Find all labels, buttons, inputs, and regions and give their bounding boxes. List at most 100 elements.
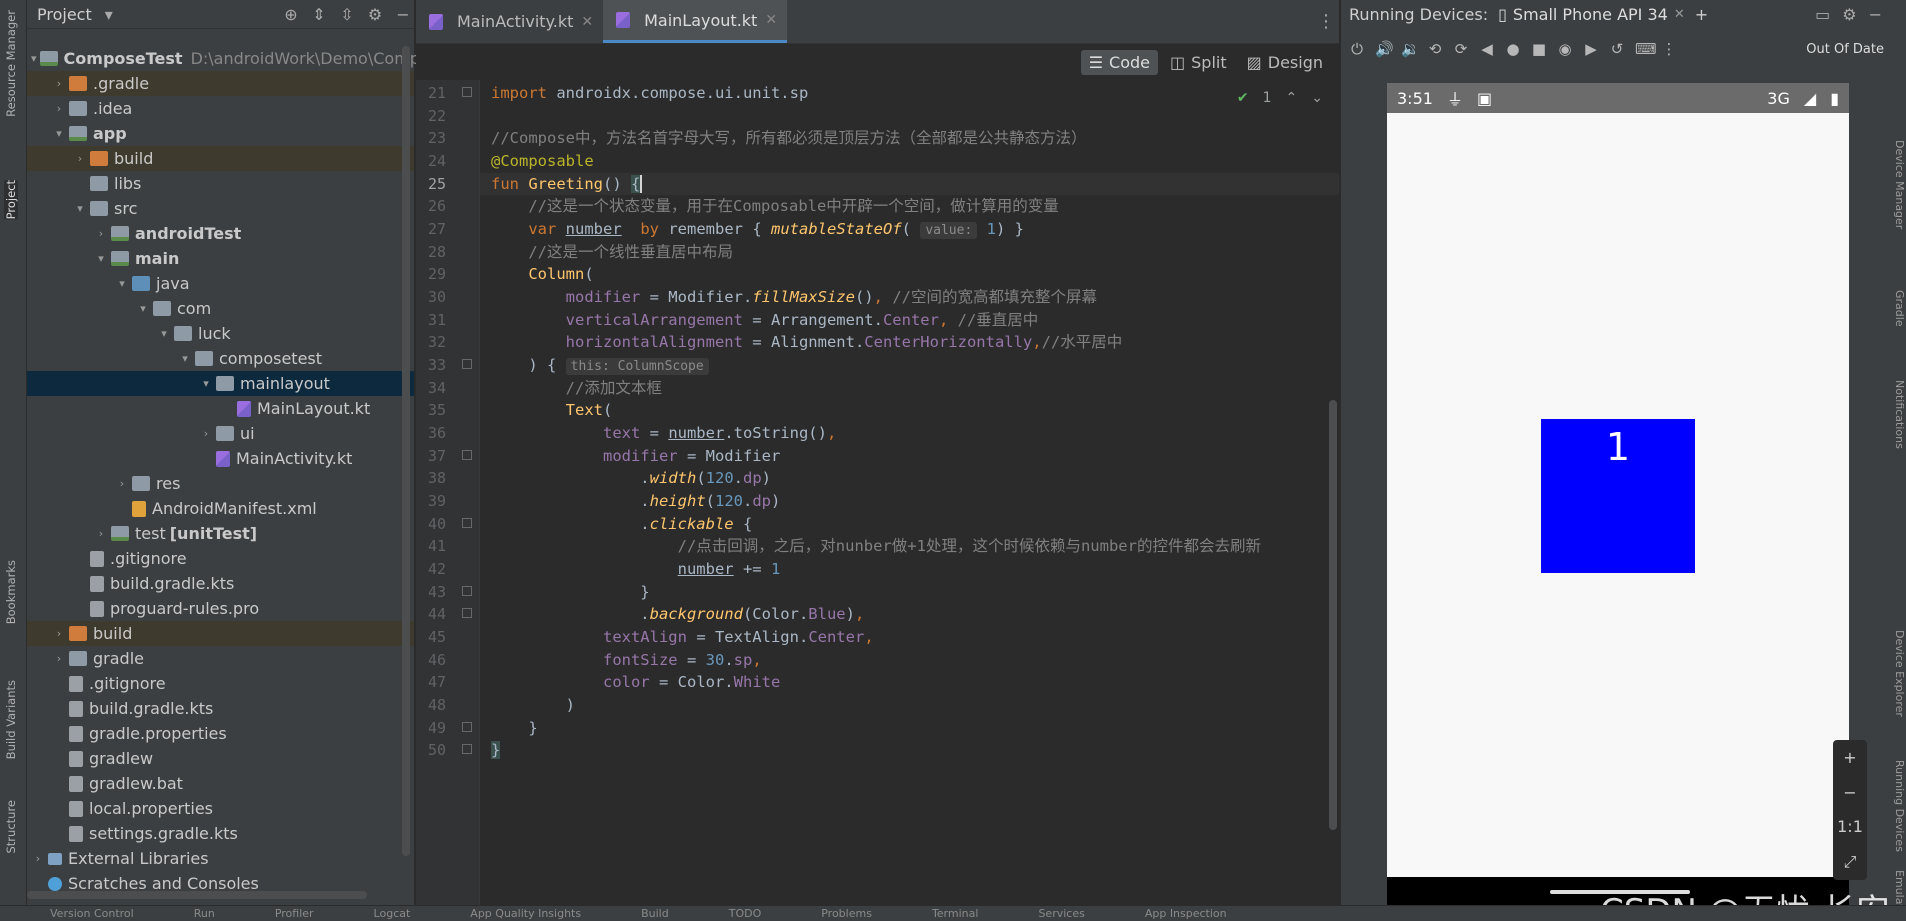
actual-size-button[interactable]: 1:1 xyxy=(1837,817,1863,836)
more-icon[interactable]: ⋮ xyxy=(1313,0,1339,43)
bottom-tool-profiler[interactable]: Profiler xyxy=(275,907,314,920)
bottom-tool-app-quality-insights[interactable]: App Quality Insights xyxy=(470,907,581,920)
fold-icon[interactable] xyxy=(462,585,472,596)
chevron-right-icon[interactable]: › xyxy=(52,77,66,90)
window-icon[interactable]: ▭ xyxy=(1815,5,1830,24)
chevron-down-icon[interactable]: ▾ xyxy=(178,352,192,365)
tree-item[interactable]: proguard-rules.pro xyxy=(27,596,414,621)
chevron-right-icon[interactable]: › xyxy=(31,852,45,865)
code-area[interactable]: import androidx.compose.ui.unit.sp //Comp… xyxy=(480,80,1339,905)
reset-icon[interactable]: ↺ xyxy=(1609,40,1625,58)
tree-item[interactable]: › build xyxy=(27,621,414,646)
tree-item[interactable]: › test [unitTest] xyxy=(27,521,414,546)
bottom-tool-logcat[interactable]: Logcat xyxy=(374,907,411,920)
tool-resource-manager[interactable]: Resource Manager xyxy=(4,10,18,117)
bottom-tool-app-inspection[interactable]: App Inspection xyxy=(1145,907,1227,920)
bottom-tool-services[interactable]: Services xyxy=(1038,907,1084,920)
fold-icon[interactable] xyxy=(462,721,472,732)
chevron-down-icon[interactable]: ▾ xyxy=(157,327,171,340)
bottom-tool-terminal[interactable]: Terminal xyxy=(932,907,979,920)
tree-item[interactable]: › .idea xyxy=(27,96,414,121)
tool-running-devices[interactable]: Running Devices xyxy=(1893,760,1906,852)
chevron-right-icon[interactable]: › xyxy=(94,227,108,240)
collapse-all-icon[interactable]: ⇳ xyxy=(336,3,358,25)
tree-item[interactable]: ▾ main xyxy=(27,246,414,271)
bottom-tool-run[interactable]: Run xyxy=(194,907,215,920)
tree-item[interactable]: settings.gradle.kts xyxy=(27,821,414,846)
tree-item[interactable]: .gitignore xyxy=(27,671,414,696)
rotate-left-icon[interactable]: ⟲ xyxy=(1427,40,1443,58)
tree-item[interactable]: ▾ app xyxy=(27,121,414,146)
volume-down-icon[interactable]: 🔉 xyxy=(1401,40,1420,58)
chevron-down-icon[interactable]: ▾ xyxy=(73,202,87,215)
fold-icon[interactable] xyxy=(462,87,472,97)
bottom-tool-version-control[interactable]: Version Control xyxy=(50,907,134,920)
tool-notifications[interactable]: Notifications xyxy=(1893,380,1906,449)
bottom-tool-problems[interactable]: Problems xyxy=(821,907,872,920)
locate-icon[interactable]: ⊕ xyxy=(280,3,302,25)
power-icon[interactable]: ⏻ xyxy=(1349,40,1365,58)
expand-all-icon[interactable]: ⇕ xyxy=(308,3,330,25)
tool-bookmarks[interactable]: Bookmarks xyxy=(4,560,18,624)
fold-icon[interactable] xyxy=(462,449,472,460)
inspection-widget[interactable]: ✔ 1 ⌃ ⌄ xyxy=(1237,90,1323,106)
chevron-right-icon[interactable]: › xyxy=(52,627,66,640)
chevron-up-icon[interactable]: ⌃ xyxy=(1286,90,1298,106)
rotate-right-icon[interactable]: ⟳ xyxy=(1453,40,1469,58)
tree-item[interactable]: build.gradle.kts xyxy=(27,696,414,721)
mode-code[interactable]: ☰ Code xyxy=(1080,49,1159,75)
chevron-right-icon[interactable]: › xyxy=(73,152,87,165)
back-icon[interactable]: ◀ xyxy=(1479,40,1495,58)
fit-screen-button[interactable]: ⤢ xyxy=(1844,852,1857,872)
tree-item[interactable]: MainActivity.kt xyxy=(27,446,414,471)
tree-item[interactable]: › res xyxy=(27,471,414,496)
tool-build-variants[interactable]: Build Variants xyxy=(4,680,18,759)
chevron-right-icon[interactable]: › xyxy=(52,102,66,115)
minimize-icon[interactable]: − xyxy=(392,3,414,25)
bottom-tool-build[interactable]: Build xyxy=(641,907,669,920)
tree-item[interactable]: gradlew.bat xyxy=(27,771,414,796)
editor-scrollbar[interactable] xyxy=(1329,400,1337,830)
volume-up-icon[interactable]: 🔊 xyxy=(1375,40,1394,58)
tree-item[interactable]: AndroidManifest.xml xyxy=(27,496,414,521)
device-tab[interactable]: ▯ Small Phone API 34 ✕ xyxy=(1498,5,1685,24)
tree-item[interactable]: › .gradle xyxy=(27,71,414,96)
close-icon[interactable]: ✕ xyxy=(765,12,777,28)
record-icon[interactable]: ▶ xyxy=(1583,40,1599,58)
tree-item[interactable]: local.properties xyxy=(27,796,414,821)
fold-icon[interactable] xyxy=(462,517,472,528)
close-icon[interactable]: ✕ xyxy=(1674,7,1685,22)
chevron-down-icon[interactable]: ▾ xyxy=(31,52,37,65)
tree-item[interactable]: ▾ src xyxy=(27,196,414,221)
out-of-date-label[interactable]: Out Of Date xyxy=(1806,42,1892,57)
chevron-down-icon[interactable]: ▾ xyxy=(199,377,213,390)
chevron-down-icon[interactable]: ▾ xyxy=(115,277,129,290)
tree-item[interactable]: libs xyxy=(27,171,414,196)
tab-mainactivity-kt[interactable]: MainActivity.kt ✕ xyxy=(416,0,603,43)
tree-item[interactable]: .gitignore xyxy=(27,546,414,571)
fold-icon[interactable] xyxy=(462,608,472,619)
gear-icon[interactable]: ⚙ xyxy=(364,3,386,25)
tool-structure[interactable]: Structure xyxy=(4,800,18,854)
tree-item[interactable]: ▾ luck xyxy=(27,321,414,346)
tree-item[interactable]: › ui xyxy=(27,421,414,446)
mode-split[interactable]: ◫ Split xyxy=(1162,50,1235,75)
overview-icon[interactable]: ■ xyxy=(1531,40,1547,58)
tree-item[interactable]: MainLayout.kt xyxy=(27,396,414,421)
camera-icon[interactable]: ◉ xyxy=(1557,40,1573,58)
tree-item[interactable]: ▾ ComposeTest D:\androidWork\Demo\ComposeT… xyxy=(27,46,465,71)
tool-device-manager[interactable]: Device Manager xyxy=(1893,140,1906,229)
tree-item[interactable]: › External Libraries xyxy=(27,846,414,871)
phone-screen[interactable]: 3:51 ⏚ ▣ 3G ◢ ▮ 1 xyxy=(1387,83,1849,905)
counter-text-box[interactable]: 1 xyxy=(1541,419,1695,573)
chevron-down-icon[interactable]: ▾ xyxy=(52,127,66,140)
tree-item[interactable]: ▾ composetest xyxy=(27,346,414,371)
tree-item[interactable]: › androidTest xyxy=(27,221,414,246)
chevron-down-icon[interactable]: ▾ xyxy=(94,252,108,265)
more-icon[interactable]: ⋮ xyxy=(1661,40,1677,58)
tool-gradle[interactable]: Gradle xyxy=(1893,290,1906,327)
fold-icon[interactable] xyxy=(462,744,472,755)
tree-item[interactable]: ▾ mainlayout xyxy=(27,371,414,396)
minimize-icon[interactable]: − xyxy=(1869,5,1882,24)
project-scrollbar[interactable] xyxy=(402,46,410,856)
